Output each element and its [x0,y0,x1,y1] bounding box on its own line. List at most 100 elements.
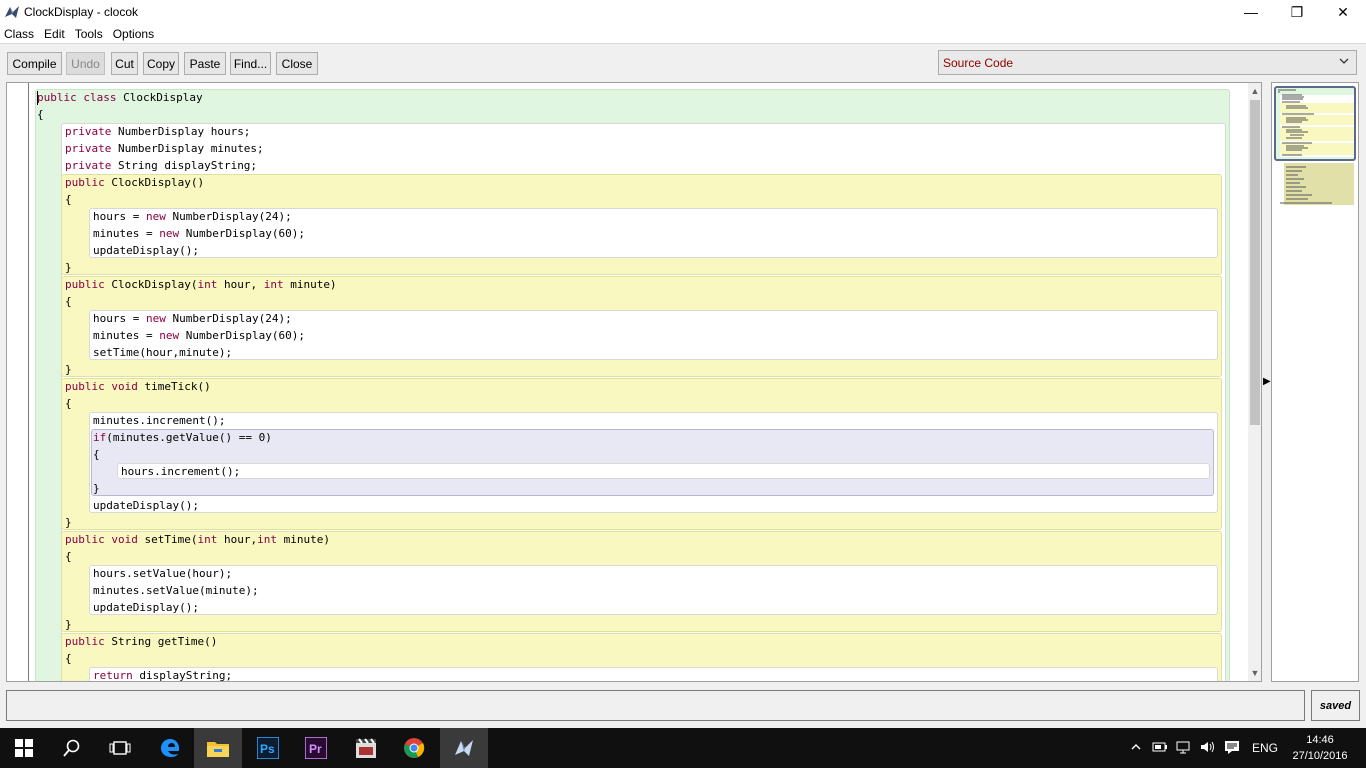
view-selector[interactable]: Source Code [938,50,1357,75]
taskbar-clock[interactable]: 14:46 27/10/2016 [1282,732,1358,764]
code-text: minutes.setValue(minute); [93,584,259,597]
bluej-icon[interactable] [440,728,488,768]
volume-icon[interactable] [1200,740,1216,757]
code-line[interactable]: } [65,361,72,378]
code-line[interactable]: minutes = new NumberDisplay(60); [93,327,305,344]
code-line[interactable]: hours = new NumberDisplay(24); [93,208,292,225]
menu-class[interactable]: Class [0,27,39,41]
edge-icon[interactable] [146,728,194,768]
search-icon[interactable] [48,728,96,768]
code-text: NumberDisplay(60); [179,329,305,342]
code-line[interactable]: { [65,395,72,412]
chrome-icon[interactable] [390,728,438,768]
code-text: displayString; [132,669,233,682]
code-keyword: public void [65,533,138,546]
code-line[interactable]: public class ClockDisplay [37,89,203,106]
media-player-icon[interactable] [342,728,390,768]
scroll-up-icon[interactable]: ▲ [1248,83,1261,99]
close-window-button[interactable]: ✕ [1320,0,1366,24]
code-line[interactable]: public ClockDisplay(int hour, int minute… [65,276,337,293]
code-line[interactable]: public String getTime() [65,633,217,650]
minimize-button[interactable]: — [1228,0,1274,24]
code-line[interactable]: { [65,293,72,310]
code-line[interactable]: { [65,548,72,565]
battery-icon[interactable] [1152,740,1168,757]
code-text: updateDisplay(); [93,244,199,257]
file-explorer-icon[interactable] [194,728,242,768]
code-line[interactable]: { [65,650,72,667]
code-text: { [65,652,72,665]
compile-button[interactable]: Compile [7,52,62,75]
close-button[interactable]: Close [276,52,318,75]
menu-tools[interactable]: Tools [70,27,108,41]
notifications-icon[interactable] [1224,739,1240,758]
code-line[interactable]: public ClockDisplay() [65,174,204,191]
photoshop-icon[interactable]: Ps [244,728,292,768]
code-text: setTime(hour,minute); [93,346,233,359]
code-line[interactable]: return displayString; [93,667,233,682]
code-line[interactable]: public void setTime(int hour,int minute) [65,531,330,548]
source-editor[interactable]: public class ClockDisplay { private Number… [6,82,1262,682]
scrollbar-thumb[interactable] [1250,100,1260,425]
code-line[interactable]: } [93,480,100,497]
code-line[interactable]: minutes.setValue(minute); [93,582,259,599]
code-area[interactable]: public class ClockDisplay { private Number… [7,83,1247,682]
code-line[interactable]: minutes = new NumberDisplay(60); [93,225,305,242]
scroll-down-icon[interactable]: ▼ [1248,665,1261,681]
network-icon[interactable] [1176,740,1192,757]
code-line[interactable]: hours.increment(); [121,463,240,480]
code-line[interactable]: setTime(hour,minute); [93,344,232,361]
code-line[interactable]: updateDisplay(); [93,497,199,514]
code-line[interactable]: } [65,616,72,633]
undo-button[interactable]: Undo [66,52,105,75]
code-text: hours = [93,210,146,223]
code-line[interactable]: hours = new NumberDisplay(24); [93,310,292,327]
chevron-up-icon[interactable] [1130,741,1142,756]
code-line[interactable]: if(minutes.getValue() == 0) [93,429,272,446]
code-line[interactable]: updateDisplay(); [93,599,199,616]
premiere-icon[interactable]: Pr [292,728,340,768]
vertical-scrollbar[interactable]: ▲ ▼ [1248,83,1261,681]
code-text: { [37,108,44,121]
find-button[interactable]: Find... [230,52,271,75]
code-line[interactable]: { [65,191,72,208]
code-line[interactable]: hours.setValue(hour); [93,565,232,582]
task-view-icon[interactable] [96,728,144,768]
start-icon[interactable] [0,728,48,768]
windows-taskbar: Ps Pr ENG 14:46 27/10/2016 [0,728,1366,768]
code-text: minutes = [93,227,160,240]
cut-button[interactable]: Cut [111,52,138,75]
code-line[interactable]: private NumberDisplay minutes; [65,140,264,157]
code-text: minute) [283,278,337,291]
code-line[interactable]: } [65,259,72,276]
code-line[interactable]: } [65,514,72,531]
bluej-app-icon[interactable] [4,4,20,20]
code-text: ClockDisplay [116,91,203,104]
code-line[interactable]: private String displayString; [65,157,257,174]
code-line[interactable]: { [37,106,44,123]
premiere-label: Pr [309,742,322,756]
maximize-button[interactable]: ❐ [1274,0,1320,24]
code-line[interactable]: updateDisplay(); [93,242,199,259]
copy-button[interactable]: Copy [143,52,179,75]
code-text: updateDisplay(); [93,499,199,512]
code-keyword: public [65,635,105,648]
navigation-view[interactable] [1271,82,1359,682]
paste-button[interactable]: Paste [184,52,226,75]
code-text: NumberDisplay(60); [179,227,305,240]
language-indicator[interactable]: ENG [1252,741,1278,755]
menu-options[interactable]: Options [108,27,159,41]
code-text: String getTime() [104,635,218,648]
code-keyword: public [65,176,105,189]
code-line[interactable]: public void timeTick() [65,378,211,395]
menu-edit[interactable]: Edit [39,27,70,41]
code-keyword: public void [65,380,138,393]
code-line[interactable]: private NumberDisplay hours; [65,123,250,140]
chevron-down-icon [1338,55,1350,70]
code-text: { [65,397,72,410]
code-line[interactable]: { [93,446,100,463]
code-line[interactable]: minutes.increment(); [93,412,225,429]
navview-toggle[interactable]: ▶ [1262,82,1271,682]
code-keyword: new [145,210,166,223]
code-text: hours.setValue(hour); [93,567,233,580]
